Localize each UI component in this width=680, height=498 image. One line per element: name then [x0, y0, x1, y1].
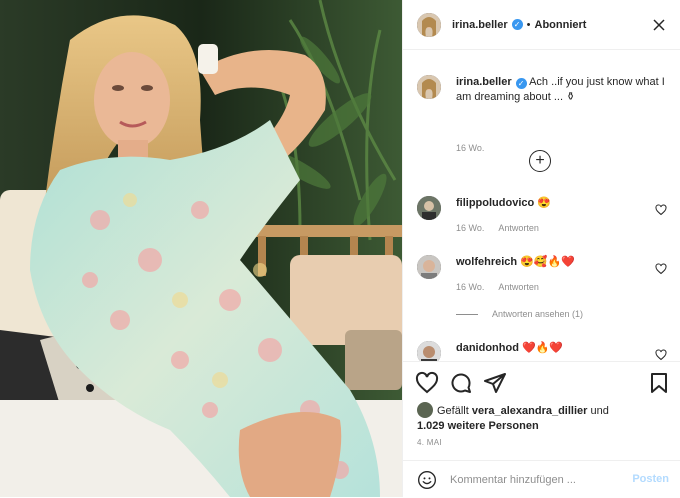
commenter-avatar-image	[417, 255, 441, 279]
more-options-icon-glyph	[653, 19, 665, 31]
liker-avatar[interactable]	[417, 402, 433, 418]
replies-divider	[456, 314, 478, 316]
post-photo[interactable]	[0, 0, 402, 497]
emoji-smiley-icon[interactable]	[417, 470, 437, 490]
author-avatar-image	[417, 12, 441, 37]
caption-avatar[interactable]	[417, 75, 441, 99]
comment-like-icon[interactable]	[655, 349, 667, 361]
likes-summary: Gefällt vera_alexandra_dillier und 1.029…	[417, 402, 667, 434]
author-username[interactable]: irina.beller	[452, 19, 508, 31]
view-replies-label: Antworten ansehen (1)	[492, 309, 584, 319]
comments-section[interactable]: irina.beller ✓ Ach ..if you just know wha…	[403, 51, 680, 361]
post-date[interactable]: 4. MAI	[417, 438, 442, 447]
save-bookmark-icon[interactable]	[647, 371, 671, 395]
comment-line: filippoludovico 😍	[456, 196, 667, 211]
comment-username[interactable]: filippoludovico	[456, 197, 534, 209]
comment-time[interactable]: 16 Wo.	[456, 282, 484, 292]
follow-status-button[interactable]: Abonniert	[535, 19, 587, 31]
instagram-post: irina.beller ✓ • Abonniert irina.beller …	[0, 0, 680, 497]
caption-time[interactable]: 16 Wo.	[456, 143, 484, 153]
comment-input[interactable]	[450, 473, 620, 486]
commenter-avatar[interactable]	[417, 196, 441, 220]
post-actions: Gefällt vera_alexandra_dillier und 1.029…	[403, 361, 680, 497]
comment: danidonhod ❤️🔥❤️	[417, 341, 667, 361]
view-replies-button[interactable]: Antworten ansehen (1)	[456, 309, 583, 319]
photo-illustration	[0, 0, 402, 497]
action-icons-row	[415, 371, 517, 395]
comment-bubble-icon[interactable]	[449, 371, 473, 395]
comment-meta: 16 Wo. Antworten	[456, 223, 539, 233]
comment-line: wolfehreich 😍🥰🔥❤️	[456, 255, 667, 270]
comment-like-icon[interactable]	[655, 263, 667, 275]
caption-avatar-image	[417, 75, 441, 99]
header-separator: •	[526, 18, 531, 31]
comment-text: ❤️🔥❤️	[522, 342, 564, 354]
post-header: irina.beller ✓ • Abonniert	[403, 0, 680, 50]
likes-middle: und	[590, 405, 609, 417]
commenter-avatar[interactable]	[417, 255, 441, 279]
caption-username[interactable]: irina.beller	[456, 76, 512, 88]
add-comment-bar: Posten	[403, 460, 680, 498]
share-direct-icon[interactable]	[483, 371, 507, 395]
comment: wolfehreich 😍🥰🔥❤️ 16 Wo. Antworten	[417, 255, 667, 292]
post-comment-button[interactable]: Posten	[632, 473, 669, 485]
commenter-avatar-image	[417, 196, 441, 220]
commenter-avatar[interactable]	[417, 341, 441, 361]
comment-reply-button[interactable]: Antworten	[498, 223, 539, 233]
comment-username[interactable]: wolfehreich	[456, 256, 517, 268]
comment-time[interactable]: 16 Wo.	[456, 223, 484, 233]
caption-text-block: irina.beller ✓ Ach ..if you just know wha…	[456, 75, 667, 105]
post-side-panel: irina.beller ✓ • Abonniert irina.beller …	[402, 0, 680, 497]
likes-count[interactable]: 1.029 weitere Personen	[417, 420, 539, 432]
post-caption: irina.beller ✓ Ach ..if you just know wha…	[417, 75, 667, 153]
author-avatar[interactable]	[417, 12, 441, 37]
load-more-comments-icon[interactable]: +	[529, 150, 551, 172]
comment-text: 😍🥰🔥❤️	[520, 256, 575, 268]
comment-meta: 16 Wo. Antworten	[456, 282, 539, 292]
caption-verified-icon: ✓	[515, 78, 527, 89]
comment: filippoludovico 😍 16 Wo. Antworten	[417, 196, 667, 233]
liker-username[interactable]: vera_alexandra_dillier	[472, 405, 588, 417]
comment-reply-button[interactable]: Antworten	[498, 282, 539, 292]
verified-badge-icon: ✓	[511, 19, 523, 30]
comment-text: 😍	[537, 197, 551, 209]
likes-prefix: Gefällt	[437, 405, 469, 417]
comment-like-icon[interactable]	[655, 204, 667, 216]
commenter-avatar-image	[417, 341, 441, 361]
like-heart-icon[interactable]	[415, 371, 439, 395]
comment-username[interactable]: danidonhod	[456, 342, 519, 354]
more-options-icon[interactable]	[651, 17, 667, 33]
comment-line: danidonhod ❤️🔥❤️	[456, 341, 667, 356]
